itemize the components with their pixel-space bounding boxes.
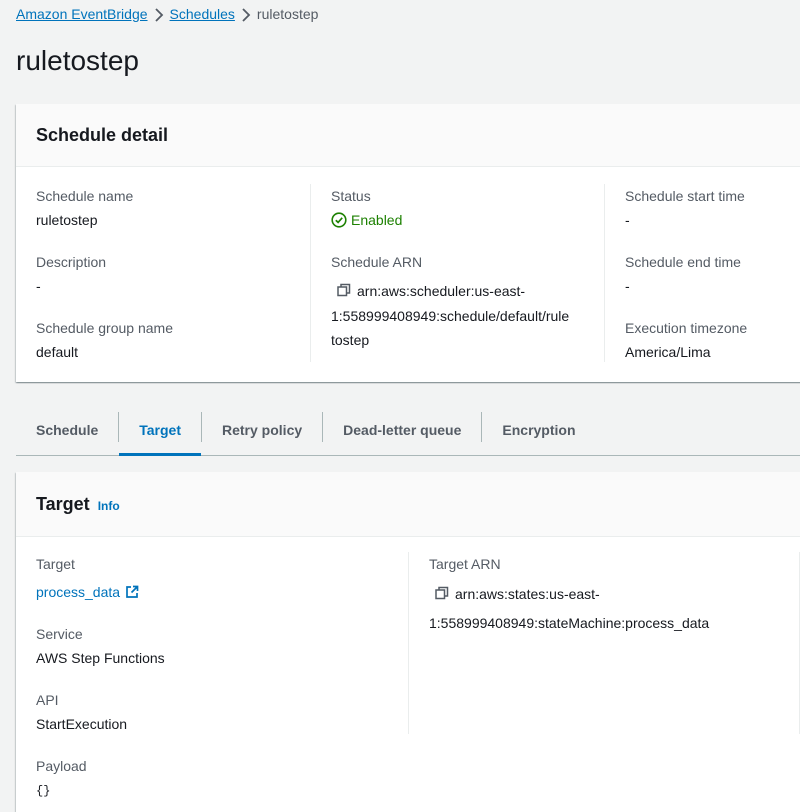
column-divider [408,552,409,734]
breadcrumb-link-eventbridge[interactable]: Amazon EventBridge [16,6,148,22]
service-value: AWS Step Functions [36,650,165,666]
chevron-right-icon [235,6,257,22]
schedule-detail-header: Schedule detail [16,104,800,167]
target-panel-header: Target Info [16,472,800,537]
status-value: Enabled [351,212,403,228]
check-circle-icon [331,212,347,228]
payload-value: {} [36,784,51,798]
tab-schedule[interactable]: Schedule [16,405,118,455]
target-arn-line2: 1:558999408949:stateMachine:process_data [429,615,710,632]
schedule-arn-line2: 1:558999408949:schedule/default/rule [331,308,570,325]
schedule-arn-value: arn:aws:scheduler:us-east- 1:55899940894… [331,279,593,352]
end-time-label: Schedule end time [625,254,741,270]
copy-icon[interactable] [337,280,351,304]
start-time-value: - [625,212,630,228]
column-divider [310,184,311,362]
schedule-arn-line3: tostep [331,332,370,349]
target-arn-line1: arn:aws:states:us-east- [455,586,600,602]
tab-retry-policy[interactable]: Retry policy [202,405,322,455]
schedule-arn-line1: arn:aws:scheduler:us-east- [357,283,526,299]
schedule-detail-panel: Schedule detail Schedule name ruletostep… [16,104,800,382]
breadcrumb-current: ruletostep [256,6,319,22]
column-divider [604,184,605,362]
breadcrumb-link-schedules[interactable]: Schedules [170,6,235,22]
page-title: ruletostep [16,45,139,76]
status-label: Status [331,188,371,204]
tab-target[interactable]: Target [119,405,201,456]
copy-icon[interactable] [435,581,449,609]
target-value: process_data [36,581,139,603]
status-badge: Enabled [331,209,402,231]
description-value: - [36,278,41,294]
schedule-name-value: ruletostep [36,212,98,228]
api-label: API [36,692,59,708]
external-link-icon[interactable] [125,585,139,599]
timezone-value: America/Lima [625,344,711,360]
tab-dead-letter-queue[interactable]: Dead-letter queue [323,405,481,455]
schedule-name-label: Schedule name [36,188,134,204]
schedule-group-value: default [36,344,79,360]
detail-tabs: Schedule Target Retry policy Dead-letter… [16,405,800,456]
target-arn-value: arn:aws:states:us-east- 1:558999408949:s… [429,580,789,637]
target-link[interactable]: process_data [36,581,120,603]
api-value: StartExecution [36,716,128,732]
breadcrumb: Amazon EventBridge Schedules ruletostep [16,4,318,24]
schedule-group-label: Schedule group name [36,320,173,336]
tab-encryption[interactable]: Encryption [482,405,595,455]
info-link[interactable]: Info [98,499,120,513]
schedule-arn-label: Schedule ARN [331,254,423,270]
chevron-right-icon [148,6,170,22]
target-arn-label: Target ARN [429,556,501,572]
target-heading: Target [36,493,90,514]
description-label: Description [36,254,107,270]
end-time-value: - [625,278,630,294]
service-label: Service [36,626,83,642]
start-time-label: Schedule start time [625,188,745,204]
target-label: Target [36,556,75,572]
payload-label: Payload [36,758,87,774]
timezone-label: Execution timezone [625,320,748,336]
target-panel: Target Info Target process_data Service … [16,472,800,812]
schedule-detail-heading: Schedule detail [36,124,169,145]
